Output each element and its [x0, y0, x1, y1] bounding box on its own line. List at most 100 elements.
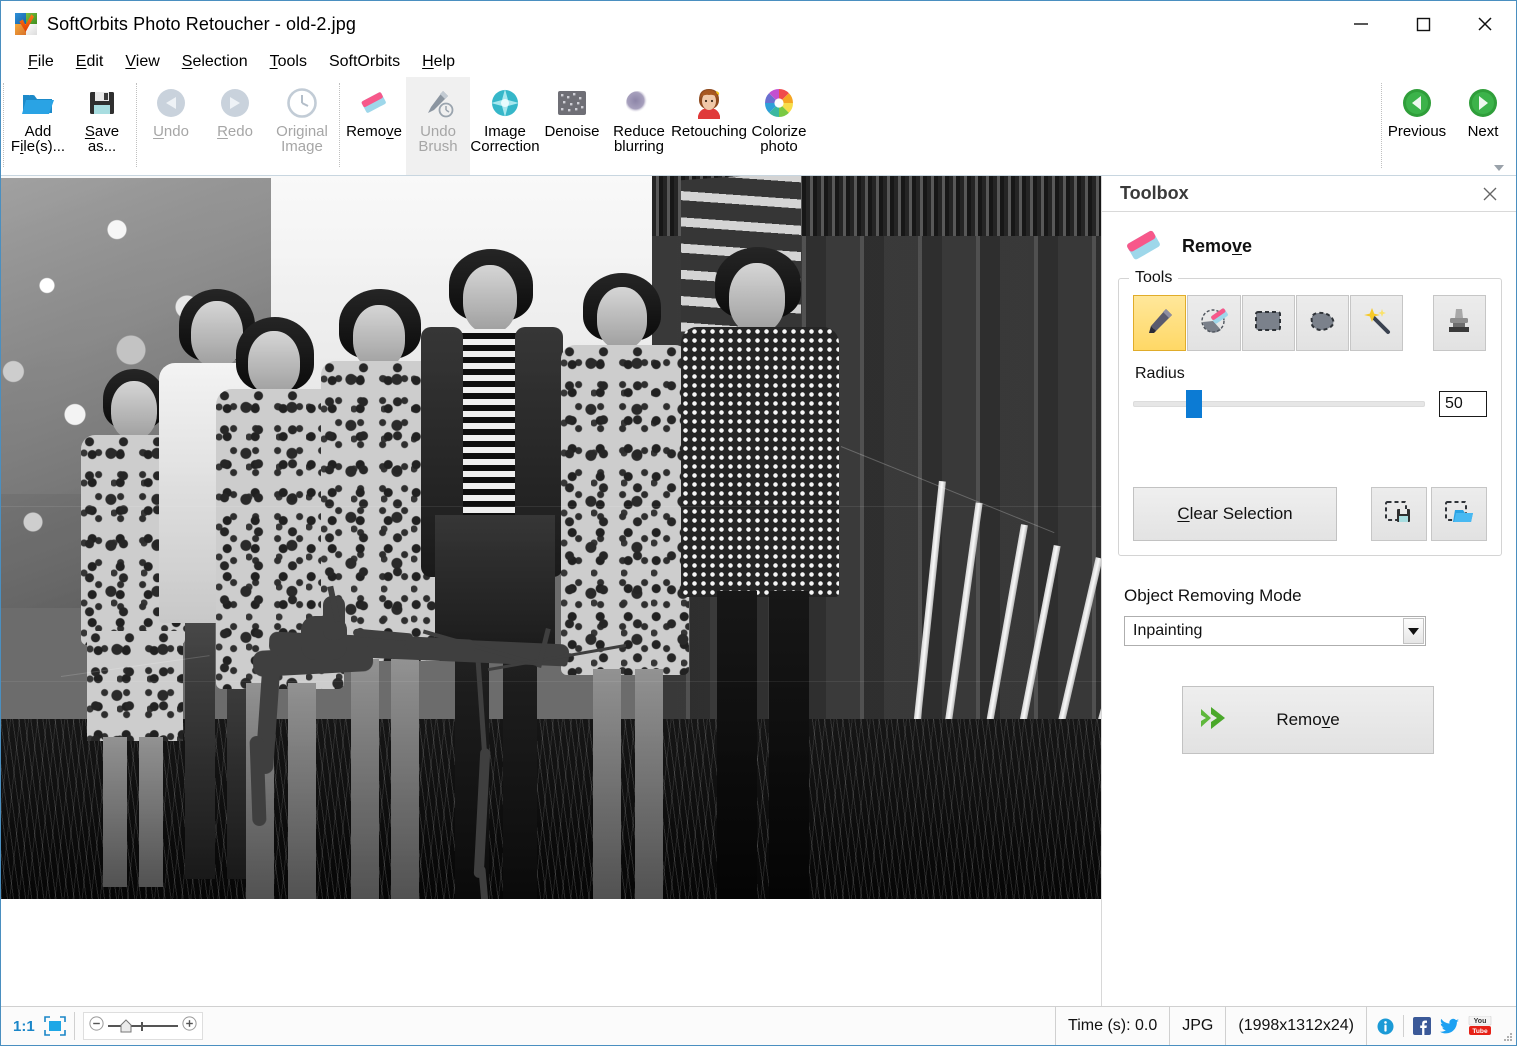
- menu-selection[interactable]: Selection: [171, 50, 259, 74]
- window-controls: [1330, 1, 1516, 47]
- twitter-icon[interactable]: [1440, 1018, 1459, 1035]
- denoise-label: Denoise: [544, 124, 599, 139]
- pencil-icon: [1145, 306, 1175, 341]
- ribbon-nav-group: Previous Next: [1379, 77, 1516, 176]
- clone-stamp-tool-button[interactable]: [1433, 295, 1486, 351]
- softorbits-logo-icon: [15, 13, 37, 35]
- toolbox-section-header: Remove: [1102, 212, 1516, 276]
- load-selection-button[interactable]: [1431, 487, 1487, 541]
- original-image-button[interactable]: OriginalImage: [267, 77, 337, 175]
- colorize-photo-button[interactable]: Colorizephoto: [744, 77, 814, 175]
- radius-slider-thumb[interactable]: [1186, 390, 1202, 418]
- selection-actions-row: Clear Selection: [1133, 487, 1487, 541]
- radius-label: Radius: [1135, 365, 1487, 383]
- redo-arrow-icon: [217, 85, 253, 121]
- object-removing-mode-select[interactable]: Inpainting: [1124, 616, 1426, 646]
- next-button[interactable]: Next: [1450, 77, 1516, 176]
- remove-action-button[interactable]: Remove: [1182, 686, 1434, 754]
- menu-file[interactable]: File: [17, 50, 65, 74]
- fit-to-window-button[interactable]: [44, 1016, 66, 1036]
- menu-view[interactable]: View: [114, 50, 170, 74]
- zoom-in-button[interactable]: [182, 1016, 197, 1036]
- menu-help[interactable]: Help: [411, 50, 466, 74]
- remove-action-wrap: Remove: [1102, 646, 1516, 754]
- rectangle-select-button[interactable]: [1242, 295, 1295, 351]
- retouching-button[interactable]: Retouching: [674, 77, 744, 175]
- eraser-circle-icon: [1199, 306, 1229, 341]
- maximize-icon: [1412, 13, 1434, 35]
- save-as-button[interactable]: Saveas...: [70, 77, 134, 175]
- colorize-photo-label: Colorizephoto: [751, 124, 806, 154]
- image-correction-label: ImageCorrection: [470, 124, 539, 154]
- minimize-icon: [1350, 17, 1372, 31]
- tools-groupbox-legend: Tools: [1129, 269, 1178, 287]
- green-left-arrow-icon: [1399, 85, 1435, 121]
- eraser-tool-button[interactable]: [1187, 295, 1240, 351]
- ribbon-toolbar: AddFile(s)... Saveas...: [1, 77, 1516, 176]
- color-wheel-icon: [761, 85, 797, 121]
- zoom-slider[interactable]: [83, 1012, 203, 1040]
- original-image-label: OriginalImage: [276, 124, 328, 154]
- undo-arrow-icon: [153, 85, 189, 121]
- zoom-slider-tick: [141, 1022, 143, 1031]
- ribbon-separator: [3, 83, 4, 167]
- magic-wand-icon: [1362, 306, 1392, 341]
- photo-image[interactable]: [1, 176, 1102, 899]
- zoom-ratio-button[interactable]: 1:1: [13, 1018, 35, 1035]
- redo-button[interactable]: Redo: [203, 77, 267, 175]
- undo-brush-button[interactable]: UndoBrush: [406, 77, 470, 175]
- main-body: Toolbox Remove: [1, 176, 1516, 1006]
- clock-history-icon: [284, 85, 320, 121]
- previous-button[interactable]: Previous: [1384, 77, 1450, 176]
- pencil-tool-button[interactable]: [1133, 295, 1186, 351]
- reduce-blurring-button[interactable]: Reduceblurring: [604, 77, 674, 175]
- image-correction-button[interactable]: ImageCorrection: [470, 77, 540, 175]
- add-files-button[interactable]: AddFile(s)...: [6, 77, 70, 175]
- image-canvas[interactable]: [1, 176, 1102, 1006]
- tools-groupbox: Tools: [1118, 278, 1502, 556]
- retouching-label: Retouching: [671, 124, 747, 139]
- magic-wand-button[interactable]: [1350, 295, 1403, 351]
- application-window: SoftOrbits Photo Retoucher - old-2.jpg F…: [0, 0, 1517, 1046]
- add-files-label: AddFile(s)...: [11, 124, 65, 154]
- floppy-disk-icon: [84, 85, 120, 121]
- chevron-down-icon[interactable]: [1403, 618, 1424, 644]
- next-label: Next: [1468, 124, 1499, 139]
- svg-text:You: You: [1474, 1018, 1487, 1025]
- clear-selection-button[interactable]: Clear Selection: [1133, 487, 1337, 541]
- zoom-out-button[interactable]: [89, 1016, 104, 1036]
- radius-slider-track: [1133, 401, 1425, 407]
- undo-button[interactable]: Undo: [139, 77, 203, 175]
- radius-slider[interactable]: [1133, 391, 1425, 417]
- ribbon-separator: [339, 83, 340, 167]
- minimize-button[interactable]: [1330, 1, 1392, 47]
- toolbox-close-button[interactable]: [1480, 184, 1500, 204]
- minus-icon: [89, 1016, 104, 1031]
- save-selection-button[interactable]: [1371, 487, 1427, 541]
- object-removing-mode-section: Object Removing Mode Inpainting: [1102, 556, 1516, 646]
- lasso-select-button[interactable]: [1296, 295, 1349, 351]
- radius-value-input[interactable]: 50: [1439, 391, 1487, 417]
- youtube-icon[interactable]: You Tube: [1468, 1016, 1492, 1036]
- menu-tools[interactable]: Tools: [259, 50, 318, 74]
- info-icon[interactable]: [1377, 1018, 1394, 1035]
- toolbox-spacer: [1133, 417, 1487, 487]
- menu-softorbits[interactable]: SoftOrbits: [318, 50, 411, 74]
- svg-text:Tube: Tube: [1472, 1028, 1488, 1035]
- facebook-icon[interactable]: [1413, 1017, 1431, 1035]
- open-folder-icon: [20, 85, 56, 121]
- remove-tool-button[interactable]: Remove: [342, 77, 406, 175]
- menu-edit[interactable]: Edit: [65, 50, 115, 74]
- resize-grip[interactable]: [1502, 1007, 1516, 1045]
- toolbox-header: Toolbox: [1102, 176, 1516, 212]
- status-dimensions: (1998x1312x24): [1225, 1007, 1366, 1045]
- zoom-slider-track[interactable]: [104, 1019, 182, 1033]
- status-social-icons: You Tube: [1366, 1007, 1502, 1045]
- maximize-button[interactable]: [1392, 1, 1454, 47]
- close-button[interactable]: [1454, 1, 1516, 47]
- blur-circle-icon: [621, 85, 657, 121]
- eraser-icon: [356, 85, 392, 121]
- denoise-button[interactable]: Denoise: [540, 77, 604, 175]
- status-bar: 1:1: [1, 1006, 1516, 1045]
- redo-label: Redo: [217, 124, 253, 139]
